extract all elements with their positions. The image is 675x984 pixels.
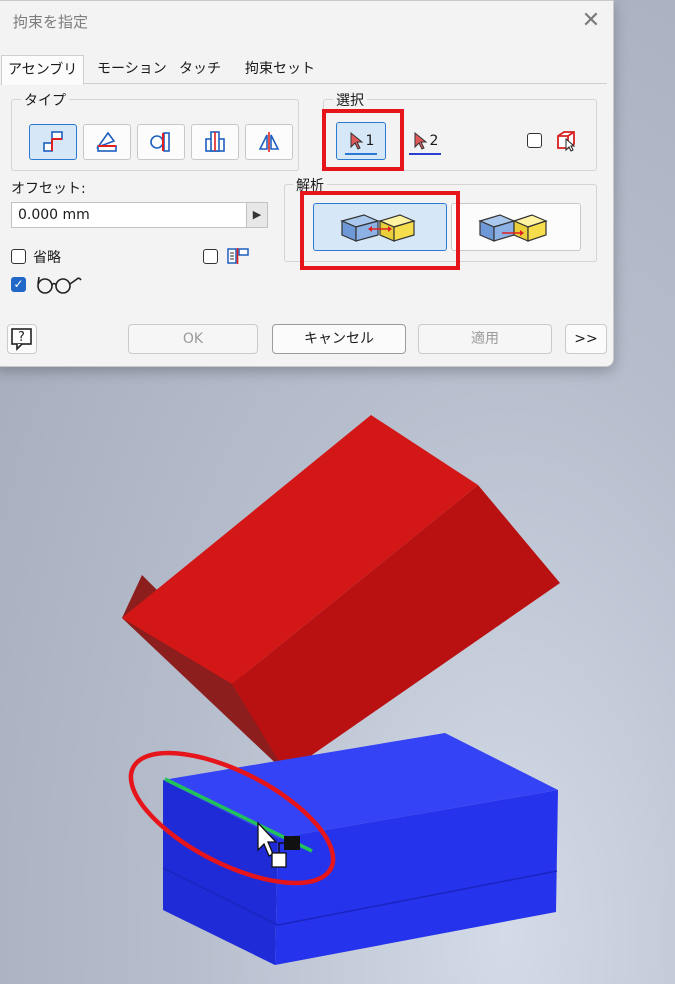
offset-value: 0.000 mm [18, 207, 90, 223]
close-icon[interactable]: ✕ [577, 7, 605, 35]
type-group-label: タイプ [21, 90, 69, 110]
apply-button[interactable]: 適用 [418, 324, 552, 354]
offset-dropdown-arrow-icon[interactable]: ▶ [246, 203, 267, 227]
tab-motion[interactable]: モーション [91, 55, 173, 83]
place-constraint-dialog: 拘束を指定 ✕ アセンブリ モーション タッチ 拘束セット タイプ 選択 1 2… [0, 0, 614, 367]
help-icon: ? [11, 328, 32, 351]
dialog-title: 拘束を指定 [13, 13, 89, 31]
mate-constraint-button[interactable] [29, 124, 77, 160]
insert-constraint-button[interactable] [191, 124, 239, 160]
insert-constraint-icon [205, 131, 225, 152]
select2-underline [409, 153, 441, 155]
selection-group-label: 選択 [333, 90, 367, 110]
tab-constraint-set[interactable]: 拘束セット [239, 55, 321, 83]
tangent-constraint-button[interactable] [137, 124, 185, 160]
tab-bar: アセンブリ モーション タッチ 拘束セット [1, 55, 607, 85]
annotation-box-select1 [322, 109, 404, 171]
dialog-titlebar[interactable]: 拘束を指定 ✕ [0, 1, 613, 43]
blue-block[interactable] [162, 733, 558, 965]
svg-text:?: ? [18, 330, 25, 345]
predict-offset-icon [227, 248, 249, 264]
symmetry-constraint-icon [258, 132, 280, 152]
pick-part-first-icon [557, 131, 576, 152]
show-preview-checkbox[interactable]: ✓ [11, 277, 26, 292]
angle-constraint-icon [95, 131, 117, 152]
angle-constraint-button[interactable] [83, 124, 131, 160]
tangent-constraint-icon [150, 132, 170, 152]
pick-arrow-icon [414, 131, 427, 150]
omit-label: 省略 [33, 250, 61, 266]
glasses-icon [37, 276, 82, 294]
offset-input[interactable]: 0.000 mm ▶ [11, 202, 268, 228]
mate-constraint-icon [43, 131, 63, 152]
cancel-button[interactable]: キャンセル [272, 324, 406, 354]
symmetry-constraint-button[interactable] [245, 124, 293, 160]
offset-label: オフセット: [11, 181, 86, 197]
select2-button[interactable]: 2 [400, 122, 450, 160]
tab-touch[interactable]: タッチ [173, 55, 227, 83]
select2-label: 2 [429, 133, 439, 149]
predict-offset-checkbox[interactable] [203, 249, 218, 264]
help-button[interactable]: ? [7, 324, 37, 354]
expand-button[interactable]: >> [565, 324, 607, 354]
flush-solution-button[interactable] [451, 203, 581, 251]
annotation-box-mate-solution [300, 191, 460, 270]
omit-checkbox[interactable] [11, 249, 26, 264]
flush-solution-icon [478, 214, 548, 242]
tab-assembly[interactable]: アセンブリ [1, 55, 85, 85]
red-block[interactable] [122, 415, 560, 773]
ok-button[interactable]: OK [128, 324, 258, 354]
pick-part-first-checkbox[interactable] [527, 133, 542, 148]
